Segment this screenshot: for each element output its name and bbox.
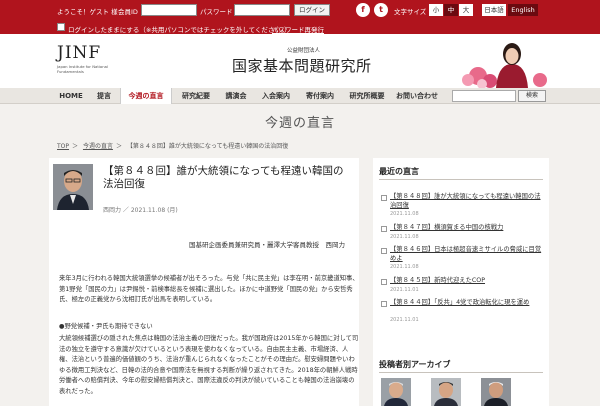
nav-contact[interactable]: お問い合わせ <box>394 88 440 104</box>
keep-login-label: ログインしたままにする（※共用パソコンではチェックを外してください。） <box>68 25 291 34</box>
breadcrumb-current: 【第８４８回】誰が大統領になっても程遠い韓国の法治回復 <box>126 143 289 150</box>
lang-english-button[interactable]: English <box>508 4 538 16</box>
site-title-prefix: 公益財団法人 <box>287 48 321 54</box>
site-title[interactable]: 国家基本問題研究所 <box>232 55 372 76</box>
nav-proposals[interactable]: 提言 <box>92 88 116 104</box>
author-thumbnail[interactable] <box>481 378 511 406</box>
search-button[interactable]: 検索 <box>518 90 546 102</box>
nav-home[interactable]: HOME <box>56 88 86 104</box>
breadcrumb-weekly[interactable]: 今週の直言 <box>83 143 113 150</box>
sidebar: 最近の直言 【第８４８回】誰が大統領になっても程遠い韓国の法治回復 2021.1… <box>373 158 549 406</box>
recent-item-title[interactable]: 【第８４４回】「反共」4党で政治転化に現を運め <box>390 299 542 308</box>
member-id-label: 会員ID <box>118 8 138 16</box>
breadcrumb-top[interactable]: TOP <box>57 143 69 150</box>
nav-lectures[interactable]: 講演会 <box>220 88 252 104</box>
login-options-bar: ログインしたままにする（※共用パソコンではチェックを外してください。） パスワー… <box>0 20 600 34</box>
article: 【第８４８回】誰が大統領になっても程遠い韓国の法治回復 西岡力 ／ 2021.1… <box>49 158 359 406</box>
breadcrumb-separator: ＞ <box>115 143 122 150</box>
article-subheading: ●野党候補・尹氏も期待できない <box>59 323 153 330</box>
bullet-icon <box>381 248 387 254</box>
site-header: JINF Japan Institute for National Fundam… <box>0 34 600 88</box>
breadcrumb: TOP ＞ 今週の直言＞ 【第８４８回】誰が大統領になっても程遠い韓国の法治回復 <box>57 141 291 150</box>
article-title: 【第８４８回】誰が大統領になっても程遠い韓国の法治回復 <box>103 165 344 190</box>
search-input[interactable] <box>452 90 516 102</box>
breadcrumb-separator: ＞ <box>72 143 79 150</box>
recent-item-date: 2021.11.01 <box>390 317 419 323</box>
keep-login-checkbox[interactable] <box>57 23 65 31</box>
president-portrait <box>458 34 550 88</box>
nav-about[interactable]: 研究所概要 <box>344 88 390 104</box>
lang-japanese-button[interactable]: 日本語 <box>482 4 506 16</box>
divider <box>379 372 543 373</box>
recent-item-title[interactable]: 【第８４７回】横須賀まる中国の核戦力 <box>390 224 542 233</box>
recent-item-date: 2021.11.01 <box>390 287 419 293</box>
recent-item-title[interactable]: 【第８４６回】日本は極超音速ミサイルの脅威に目覚めよ <box>390 246 542 263</box>
site-logo[interactable]: JINF <box>57 43 101 63</box>
recent-item-date: 2021.11.08 <box>390 264 419 270</box>
bullet-icon <box>381 279 387 285</box>
nav-membership[interactable]: 入会案内 <box>256 88 296 104</box>
logo-subtitle: Japan Institute for National Fundamental… <box>57 64 109 74</box>
font-size-medium-button[interactable]: 中 <box>444 4 458 16</box>
author-thumbnail[interactable] <box>381 378 411 406</box>
bullet-icon <box>381 301 387 307</box>
main-nav: HOME 提言 今週の直言 研究紀要 講演会 入会案内 寄付案内 研究所概要 お… <box>0 88 600 104</box>
recent-item-date: 2021.11.08 <box>390 211 419 217</box>
login-button[interactable]: ログイン <box>294 4 330 16</box>
recent-item-title[interactable]: 【第８４８回】誰が大統領になっても程遠い韓国の法治回復 <box>390 193 542 210</box>
member-id-input[interactable] <box>141 4 197 16</box>
author-photo <box>53 164 93 210</box>
article-paragraph: 来年3月に行われる韓国大統領選挙の候補者が出そろった。与党「共に民主党」は李在明… <box>59 275 359 303</box>
font-size-large-button[interactable]: 大 <box>459 4 473 16</box>
forgot-password-link[interactable]: パスワード再発行 <box>272 24 324 34</box>
article-meta: 西岡力 ／ 2021.11.08 (月) <box>103 207 178 214</box>
divider <box>379 179 543 180</box>
password-label: パスワード <box>200 8 233 16</box>
recent-item-title[interactable]: 【第８４５回】新時代迎えたCOP <box>390 277 542 286</box>
author-affiliation: 国基研企画委員兼研究員・麗澤大学客員教授 西岡力 <box>189 241 345 249</box>
password-input[interactable] <box>234 4 290 16</box>
font-size-small-button[interactable]: 小 <box>429 4 443 16</box>
bullet-icon <box>381 195 387 201</box>
author-thumbnail[interactable] <box>431 378 461 406</box>
bullet-icon <box>381 226 387 232</box>
facebook-icon[interactable]: f <box>356 3 370 17</box>
page-heading: 今週の直言 <box>264 116 335 131</box>
twitter-icon[interactable]: t <box>374 3 388 17</box>
top-bar: ようこそ！ゲスト 様 会員ID パスワード ログイン f t 文字サイズ 小 中… <box>0 0 600 20</box>
font-size-label: 文字サイズ <box>394 8 427 16</box>
nav-weekly-comment[interactable]: 今週の直言 <box>120 88 172 104</box>
nav-journal[interactable]: 研究紀要 <box>176 88 216 104</box>
nav-donation[interactable]: 寄付案内 <box>300 88 340 104</box>
recent-heading: 最近の直言 <box>379 167 419 176</box>
recent-item-date: 2021.11.08 <box>390 234 419 240</box>
archive-heading: 投稿者別アーカイブ <box>379 360 451 369</box>
article-paragraph: 大統領候補選びの隠された焦点は韓国の法治主義の回復だった。我が国政府は2015年… <box>59 335 359 395</box>
greeting-text: ようこそ！ゲスト 様 <box>57 8 118 16</box>
